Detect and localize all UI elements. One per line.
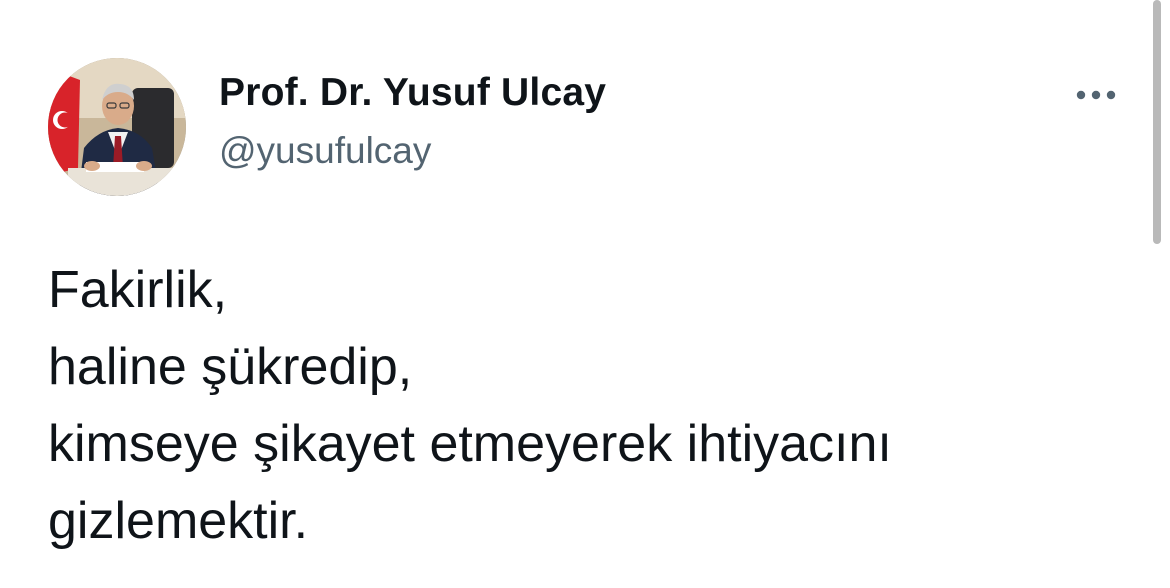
tweet-text-line: kimseye şikayet etmeyerek ihtiyacını (48, 415, 892, 473)
more-horizontal-icon (1076, 90, 1116, 100)
avatar[interactable] (48, 58, 186, 196)
more-options-button[interactable] (1072, 78, 1120, 112)
tweet-text: Fakirlik, haline şükredip, kimseye şikay… (48, 252, 1148, 560)
tweet-text-line: gizlemektir. (48, 492, 309, 550)
avatar-photo (48, 58, 186, 196)
tweet: Prof. Dr. Yusuf Ulcay @yusufulcay Fakirl… (0, 0, 1170, 588)
author-handle[interactable]: @yusufulcay (219, 130, 431, 172)
tweet-text-line: Fakirlik, (48, 261, 228, 319)
scrollbar-thumb[interactable] (1153, 0, 1161, 244)
tweet-text-line: haline şükredip, (48, 338, 413, 396)
author-display-name[interactable]: Prof. Dr. Yusuf Ulcay (219, 71, 606, 115)
